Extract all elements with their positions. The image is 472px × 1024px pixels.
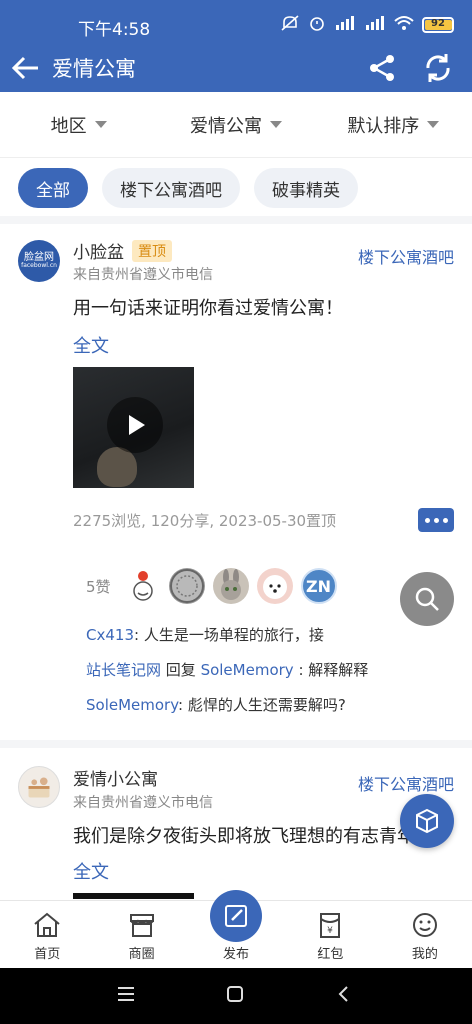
back-arrow-icon[interactable] [8,50,44,86]
likes-row: 5赞 ZN [86,568,337,604]
divider [0,216,472,224]
caret-down-icon [427,121,440,128]
battery-level: 92 [431,17,445,29]
mute-icon [280,14,300,35]
top-bar: 下午4:58 92 爱情公寓 [0,0,472,92]
post-board-link[interactable]: 楼下公寓酒吧 [358,771,454,795]
status-icons: 92 [280,14,454,35]
wifi-icon [394,15,414,34]
caret-down-icon [269,121,282,128]
caret-down-icon [94,121,107,128]
signal-icon [334,15,356,34]
home-square-icon[interactable] [225,984,245,1008]
share-icon[interactable] [364,50,400,86]
comment-user[interactable]: Cx413 [86,626,134,644]
liker-avatar-puppy-icon[interactable] [256,568,293,604]
comment-user[interactable]: 站长笔记网 [86,661,161,679]
edit-icon [225,905,247,927]
smiley-icon [412,913,437,937]
tab-red-packet-label: 红包 [317,947,344,962]
alarm-icon [308,14,326,35]
signal-icon-2 [364,15,386,34]
comment-sep: : [133,626,144,644]
search-icon [415,587,439,611]
cube-button[interactable] [400,794,454,848]
back-chevron-icon[interactable] [334,984,354,1008]
post-username[interactable]: 小脸盆 置顶 [73,238,172,263]
filter-region[interactable]: 地区 [0,92,157,157]
filter-bar: 地区 爱情公寓 默认排序 [0,92,472,158]
chip-bar[interactable]: 楼下公寓酒吧 [102,168,240,208]
comment-item[interactable]: 站长笔记网 回复 SoleMemory : 解释解释 [86,659,368,680]
avatar-cake-icon [28,777,50,798]
cube-icon [416,808,438,834]
app-bar: 爱情公寓 [0,44,472,92]
category-chips: 全部 楼下公寓酒吧 破事精英 [18,168,358,208]
red-packet-icon: ¥ [320,913,341,938]
fulltext-link[interactable]: 全文 [73,858,109,884]
tab-store-label: 商圈 [128,947,155,962]
chip-elite[interactable]: 破事精英 [254,168,358,208]
filter-category-label: 爱情公寓 [189,115,262,137]
fulltext-link[interactable]: 全文 [73,332,109,358]
status-bar: 下午4:58 92 [0,0,472,44]
post-content[interactable]: 我们是除夕夜街头即将放飞理想的有志青年 [73,822,415,848]
comment-reply-word: 回复 [161,661,201,679]
svg-text:¥: ¥ [328,926,334,936]
comment-text: 彪悍的人生还需要解吗? [187,696,346,714]
post-location: 来自贵州省遵义市电信 [73,795,213,811]
tab-me[interactable]: 我的 [378,901,472,968]
tab-publish-label: 发布 [223,947,250,962]
battery-icon: 92 [422,16,454,33]
search-button[interactable] [400,572,454,626]
post-content[interactable]: 用一句话来证明你看过爱情公寓！ [73,294,343,320]
post-location: 来自贵州省遵义市电信 [73,267,213,283]
chip-all[interactable]: 全部 [18,168,88,208]
menu-icon[interactable] [116,984,136,1008]
liker-avatar-flower-icon[interactable] [124,568,161,604]
more-options-icon[interactable] [418,508,454,532]
comment-item[interactable]: SoleMemory: 彪悍的人生还需要解吗? [86,694,346,715]
video-person [97,447,137,487]
comment-user[interactable]: SoleMemory [86,696,178,714]
divider [0,740,472,748]
publish-button[interactable] [210,890,262,942]
comment-sep: : [178,696,188,714]
filter-sort[interactable]: 默认排序 [315,92,472,157]
comment-reply-target[interactable]: SoleMemory [201,661,294,679]
comment-sep: : [293,661,309,679]
tab-home[interactable]: 首页 [0,901,94,968]
tab-store[interactable]: 商圈 [94,901,188,968]
tab-me-label: 我的 [411,947,438,962]
pinned-badge: 置顶 [132,240,172,262]
home-icon [34,912,60,937]
tab-home-label: 首页 [34,947,61,962]
store-icon [129,914,154,937]
page-title: 爱情公寓 [52,57,136,81]
avatar[interactable] [18,766,60,808]
post-username[interactable]: 爱情小公寓 [73,765,158,790]
liker-avatar-bunny-icon[interactable] [212,568,249,604]
username-text: 小脸盆 [73,243,124,263]
media-preview[interactable] [73,893,194,899]
post-stats: 2275浏览, 120分享, 2023-05-30置顶 [73,512,337,530]
filter-region-label: 地区 [50,115,87,137]
comment-item[interactable]: Cx413: 人生是一场单程的旅行，接 [86,624,324,645]
filter-sort-label: 默认排序 [347,115,420,137]
status-time: 下午4:58 [78,20,151,40]
filter-category[interactable]: 爱情公寓 [157,92,314,157]
play-icon[interactable] [107,397,163,453]
video-thumbnail[interactable] [73,367,194,488]
comment-text: 解释解释 [308,661,369,679]
avatar-subtext: facebowl.cn [21,262,57,270]
post-board-link[interactable]: 楼下公寓酒吧 [358,244,454,268]
liker-avatar-coin-icon[interactable] [168,568,205,604]
system-nav-bar [0,968,472,1024]
liker-avatar-zn[interactable]: ZN [300,568,337,604]
comment-text: 人生是一场单程的旅行，接 [143,626,324,644]
avatar[interactable]: 脸盆网 facebowl.cn [18,240,60,282]
refresh-icon[interactable] [420,50,456,86]
likes-count: 5赞 [86,577,111,596]
tab-red-packet[interactable]: ¥ 红包 [283,901,377,968]
